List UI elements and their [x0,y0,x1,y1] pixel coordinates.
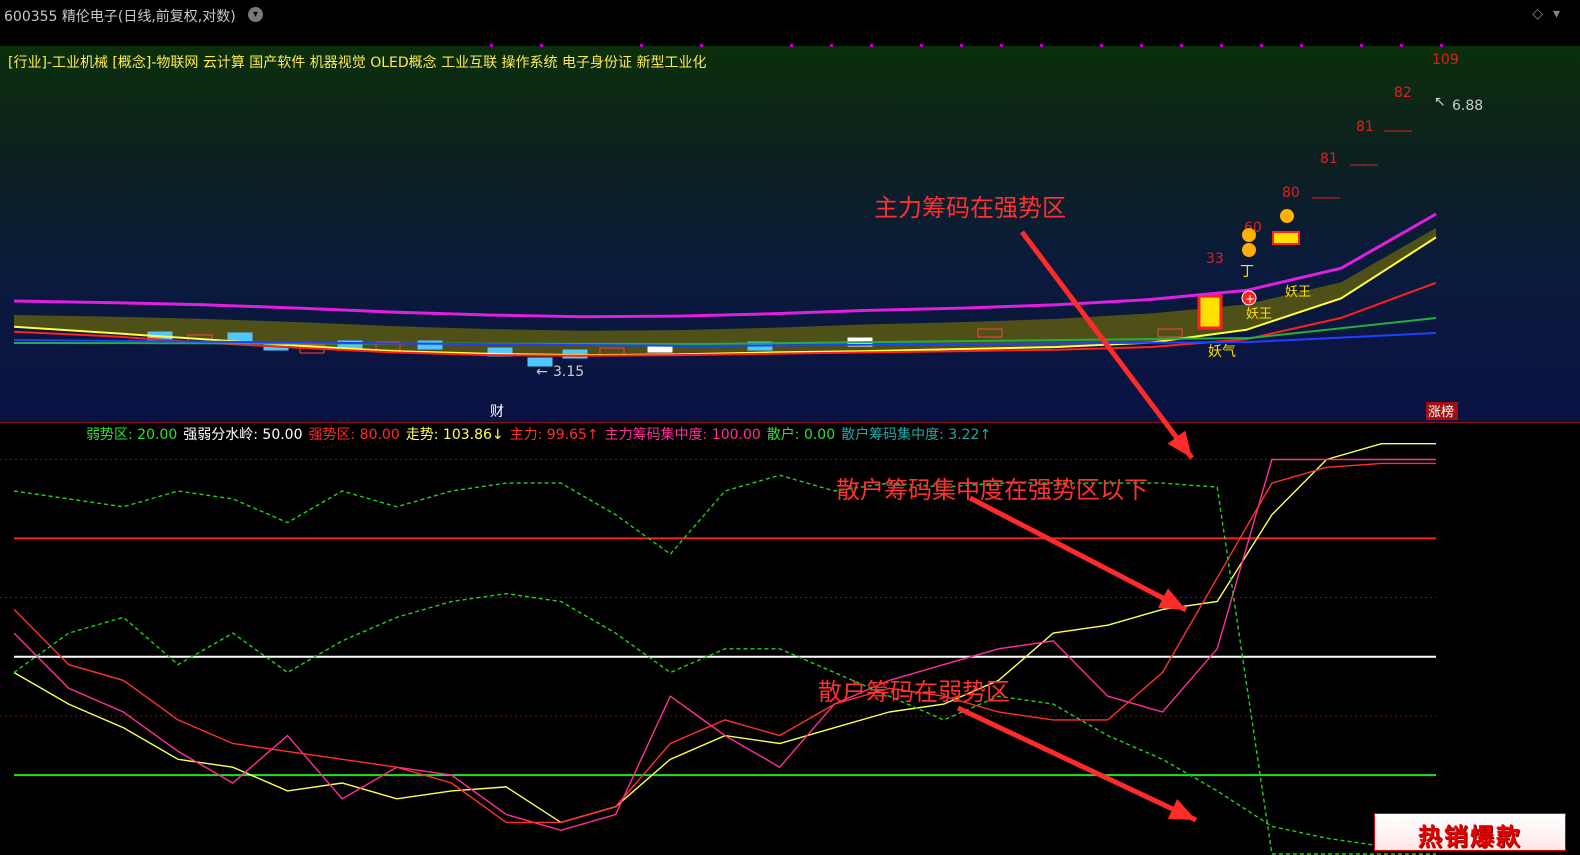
hot-sale-badge: 热销爆款 [1374,813,1566,851]
arrow-main-force-head [1167,430,1192,458]
marker-zhangbang: 涨榜 [1428,404,1454,420]
candle-top [1272,231,1300,245]
top-marker-dot [540,44,543,47]
rank-label: 80 [1282,185,1300,201]
indicator-line-0 [13,443,1436,824]
chart-canvas: 6.88↖3.15←财 涨榜109828181806033妖气妖王妖王丁+ 主力筹… [0,44,1483,855]
price-low-label: 3.15 [553,364,584,380]
top-marker-dot [1360,44,1363,47]
top-marker-dot [1300,44,1303,47]
candle [417,340,443,350]
upper-labels: 6.88↖3.15←财 涨榜109828181806033妖气妖王妖王丁+ [490,52,1483,420]
annotation-arrows: 主力筹码在强势区散户筹码集中度在强势区以下散户筹码在弱势区 [818,194,1198,823]
annotation-retail-conc: 散户筹码集中度在强势区以下 [836,476,1148,504]
signal-yaoqi: 妖气 [1208,344,1236,360]
indicator-line-2 [13,462,1436,824]
top-marker-dot [1440,44,1443,47]
top-marker-dot [490,44,493,47]
top-marker-dot [960,44,963,47]
top-marker-dot [1220,44,1223,47]
marker-cai: 财 [490,404,504,420]
plus-icon-glyph: + [1245,292,1255,306]
top-marker-dot [1260,44,1263,47]
price-high-label: 6.88 [1452,98,1483,114]
arrow-retail-conc [968,495,1188,613]
candle [227,332,253,342]
top-marker-dot [1400,44,1403,47]
rank-label: 82 [1394,85,1412,101]
badge-text: 热销爆款 [1418,823,1522,851]
top-marker-dot [1140,44,1143,47]
top-marker-dot [1100,44,1103,47]
top-marker-dot [920,44,923,47]
moneybag-icon [1280,209,1294,223]
top-markers [490,44,1443,47]
top-marker-dot [700,44,703,47]
signal-ding: 丁 [1240,264,1254,280]
indicator-line-4 [13,474,1436,855]
arrow-retail-weak [956,705,1198,823]
annotation-retail-weak: 散户筹码在弱势区 [818,678,1010,706]
candle-limit-up [1197,294,1223,330]
arrow-icon: ↖ [1434,94,1446,110]
indicator-lines [13,443,1436,855]
rank-label: 81 [1356,119,1374,135]
moneybag-icon [1242,243,1256,257]
reference-lines [0,458,1436,777]
annotation-main-force: 主力筹码在强势区 [874,194,1066,222]
top-marker-dot [1000,44,1003,47]
top-marker-dot [1180,44,1183,47]
rank-label: 33 [1206,251,1224,267]
top-marker-dot [1040,44,1043,47]
signal-yaowang: 妖王 [1285,285,1311,300]
rank-label: 109 [1432,52,1459,68]
moneybag-icon [1242,228,1256,242]
rank-label: 81 [1320,151,1338,167]
arrow-icon: ← [536,364,548,380]
signal-yaowang: 妖王 [1246,307,1272,322]
top-marker-dot [790,44,793,47]
top-marker-dot [830,44,833,47]
top-marker-dot [870,44,873,47]
top-marker-dot [640,44,643,47]
